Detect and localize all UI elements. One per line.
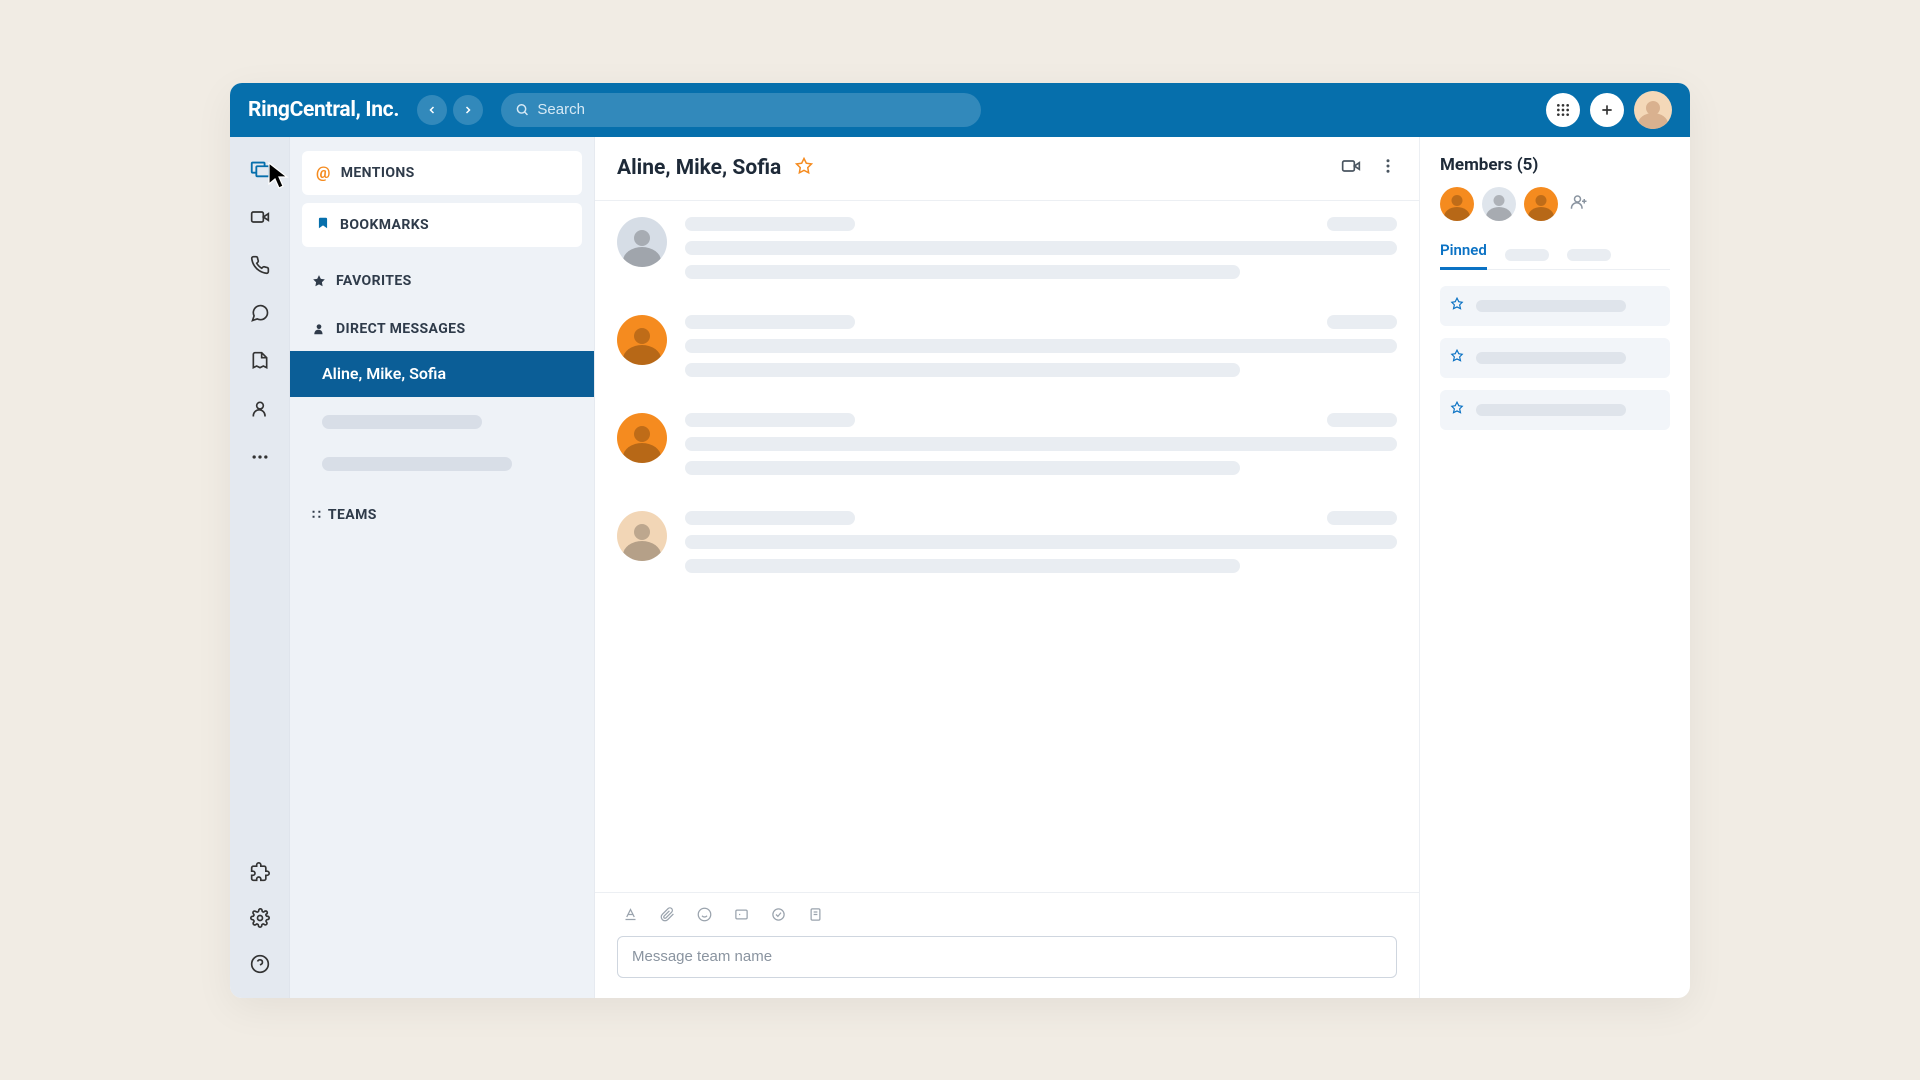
add-member-icon[interactable] <box>1570 193 1588 215</box>
member-avatar[interactable] <box>1440 187 1474 221</box>
more-options-icon[interactable] <box>1379 157 1397 179</box>
pinned-item[interactable] <box>1440 338 1670 378</box>
sidebar: @ MENTIONS BOOKMARKS FAVORITES DIRECT ME… <box>290 137 595 998</box>
search-icon <box>515 102 529 117</box>
sidebar-mentions-label: MENTIONS <box>341 165 415 181</box>
sidebar-teams-label: TEAMS <box>328 507 377 523</box>
app-body: @ MENTIONS BOOKMARKS FAVORITES DIRECT ME… <box>230 137 1690 998</box>
sidebar-dm-header[interactable]: DIRECT MESSAGES <box>302 303 582 343</box>
pinned-item[interactable] <box>1440 390 1670 430</box>
sidebar-favorites-header[interactable]: FAVORITES <box>302 255 582 295</box>
rail-chat-icon[interactable] <box>246 299 274 327</box>
rail-message-icon[interactable] <box>246 155 274 183</box>
pin-icon <box>1450 348 1464 367</box>
person-icon <box>312 322 326 336</box>
mention-icon: @ <box>316 163 331 182</box>
gif-icon[interactable] <box>734 907 749 926</box>
composer-toolbar <box>617 903 1397 936</box>
pinned-item[interactable] <box>1440 286 1670 326</box>
conversation-pane: Aline, Mike, Sofia <box>595 137 1420 998</box>
rail-notes-icon[interactable] <box>246 347 274 375</box>
dialpad-button[interactable] <box>1546 93 1580 127</box>
member-avatar[interactable] <box>1482 187 1516 221</box>
nav-back-button[interactable] <box>417 95 447 125</box>
nav-rail <box>230 137 290 998</box>
conversation-header: Aline, Mike, Sofia <box>595 137 1419 201</box>
sidebar-bookmarks-label: BOOKMARKS <box>340 217 429 233</box>
sidebar-favorites-label: FAVORITES <box>336 273 412 289</box>
user-avatar[interactable] <box>1634 91 1672 129</box>
pin-icon <box>1450 400 1464 419</box>
right-panel: Members (5) Pinned <box>1420 137 1690 998</box>
dm-item-placeholder <box>322 415 482 429</box>
topbar: RingCentral, Inc. <box>230 83 1690 137</box>
format-icon[interactable] <box>623 907 638 926</box>
start-video-icon[interactable] <box>1341 156 1361 180</box>
rail-phone-icon[interactable] <box>246 251 274 279</box>
new-button[interactable] <box>1590 93 1624 127</box>
bookmark-icon <box>316 216 330 234</box>
nav-buttons <box>417 95 483 125</box>
app-window: RingCentral, Inc. <box>230 83 1690 998</box>
conversation-title: Aline, Mike, Sofia <box>617 156 781 180</box>
star-icon <box>312 274 326 288</box>
message-item <box>617 217 1397 279</box>
note-icon[interactable] <box>808 907 823 926</box>
message-item <box>617 511 1397 573</box>
rail-more-icon[interactable] <box>246 443 274 471</box>
sidebar-dm-label: DIRECT MESSAGES <box>336 321 465 337</box>
dm-item-placeholder <box>322 457 512 471</box>
tab-placeholder <box>1567 249 1611 261</box>
sidebar-bookmarks[interactable]: BOOKMARKS <box>302 203 582 247</box>
dialpad-icon <box>1555 102 1571 118</box>
message-avatar <box>617 217 667 267</box>
dm-item-active[interactable]: Aline, Mike, Sofia <box>290 351 594 397</box>
dm-item-label: Aline, Mike, Sofia <box>322 364 446 383</box>
right-tabs: Pinned <box>1440 241 1670 270</box>
brand-title: RingCentral, Inc. <box>248 98 399 122</box>
rail-contacts-icon[interactable] <box>246 395 274 423</box>
rail-video-icon[interactable] <box>246 203 274 231</box>
composer[interactable] <box>617 936 1397 978</box>
message-avatar <box>617 413 667 463</box>
message-avatar <box>617 315 667 365</box>
topbar-right <box>1546 91 1672 129</box>
nav-forward-button[interactable] <box>453 95 483 125</box>
composer-area <box>595 892 1419 998</box>
search-field[interactable] <box>501 93 981 127</box>
rail-help-icon[interactable] <box>246 950 274 978</box>
composer-input[interactable] <box>632 948 1382 965</box>
message-list[interactable] <box>595 201 1419 892</box>
rail-apps-icon[interactable] <box>246 858 274 886</box>
members-title: Members (5) <box>1440 155 1670 175</box>
attach-icon[interactable] <box>660 907 675 926</box>
sidebar-mentions[interactable]: @ MENTIONS <box>302 151 582 195</box>
emoji-icon[interactable] <box>697 907 712 926</box>
members-row <box>1440 187 1670 221</box>
task-icon[interactable] <box>771 907 786 926</box>
search-input[interactable] <box>537 101 967 118</box>
favorite-star-icon[interactable] <box>795 157 813 179</box>
message-item <box>617 315 1397 377</box>
message-avatar <box>617 511 667 561</box>
rail-settings-icon[interactable] <box>246 904 274 932</box>
plus-icon <box>1599 102 1615 118</box>
tab-placeholder <box>1505 249 1549 261</box>
teams-icon: ∷ <box>312 507 318 523</box>
member-avatar[interactable] <box>1524 187 1558 221</box>
tab-pinned[interactable]: Pinned <box>1440 241 1487 270</box>
pin-icon <box>1450 296 1464 315</box>
sidebar-teams-header[interactable]: ∷ TEAMS <box>302 489 582 529</box>
message-item <box>617 413 1397 475</box>
